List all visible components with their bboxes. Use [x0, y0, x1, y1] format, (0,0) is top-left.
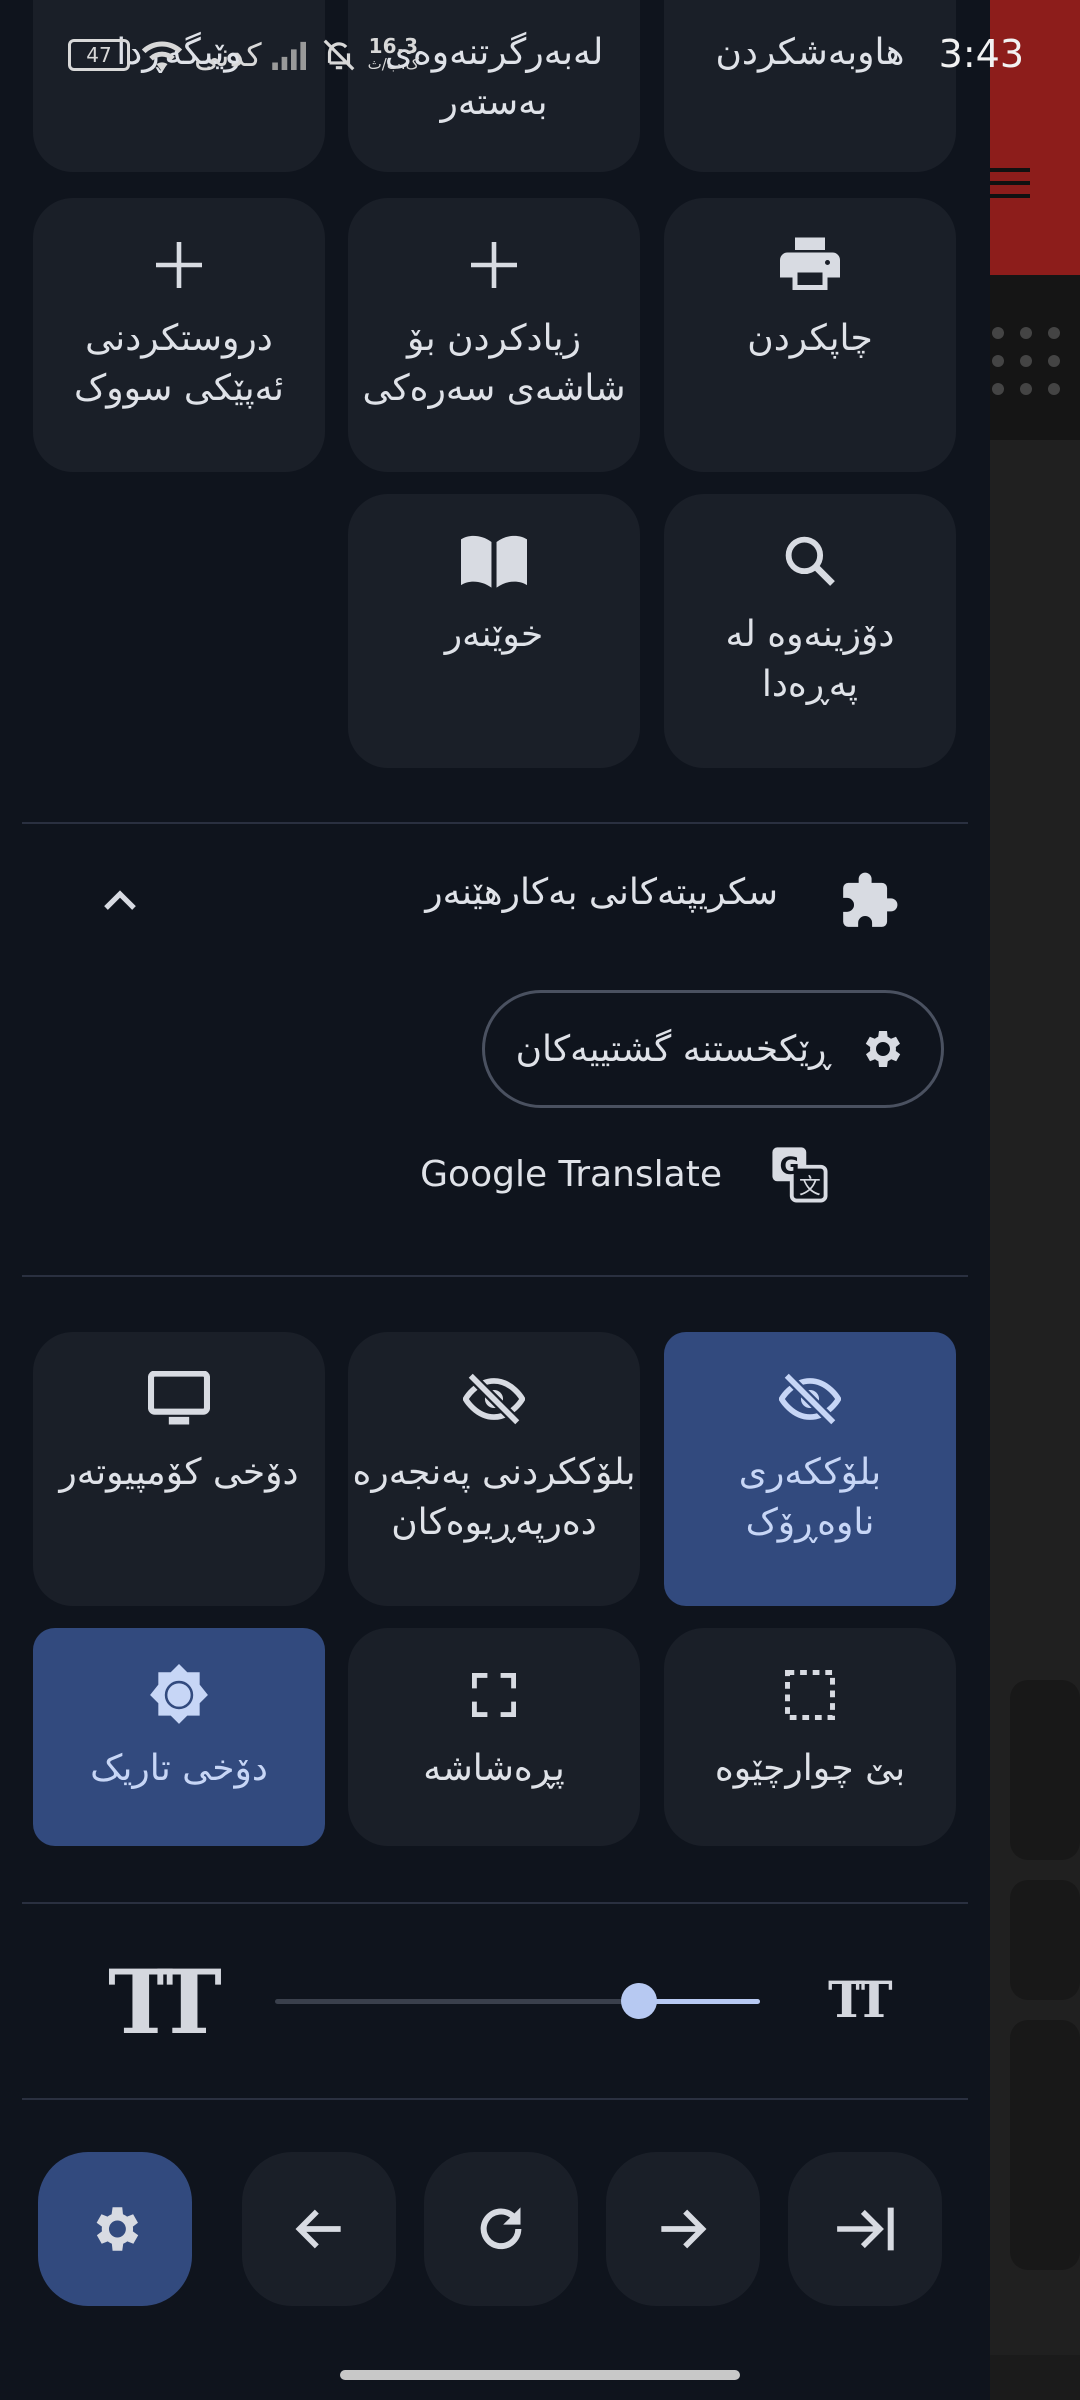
google-translate-label: Google Translate	[420, 1153, 722, 1195]
popup-blocker-tile[interactable]: بلۆککردنی پەنجەرە دەرپەڕیوەکان	[348, 1332, 640, 1606]
find-in-page-label: دۆزینەوە لە پەڕەدا	[725, 614, 895, 705]
bell-off-icon	[323, 39, 354, 71]
reader-tile[interactable]: خوێنەر	[348, 494, 640, 768]
arrow-to-end-icon	[837, 2207, 894, 2251]
network-speed-value: 16.3	[368, 34, 419, 58]
bottom-toolbar	[0, 2100, 990, 2400]
find-in-page-tile[interactable]: دۆزینەوە لە پەڕەدا	[664, 494, 956, 768]
background-page-footer	[990, 2355, 1080, 2400]
background-card	[1010, 1680, 1080, 1860]
content-blocker-tile[interactable]: بلۆککەری ناوەڕۆک	[664, 1332, 956, 1606]
wifi-icon	[141, 41, 183, 72]
create-lite-app-label: دروستکردنی ئەپێکی سووک	[74, 318, 284, 409]
text-size-slider[interactable]	[275, 1983, 760, 2019]
battery-icon: 47	[68, 39, 130, 71]
add-to-home-screen-tile[interactable]: زیادکردن بۆ شاشەی سەرەکی	[348, 198, 640, 472]
hamburger-icon	[990, 168, 1030, 198]
apps-grid-icon	[992, 327, 1060, 395]
divider	[22, 1902, 968, 1904]
popup-blocker-label: بلۆککردنی پەنجەرە دەرپەڕیوەکان	[352, 1452, 636, 1543]
text-size-small-icon: TT	[828, 1970, 893, 2029]
status-icons: 47 کدنی 16.3 ک.ب/ث	[68, 36, 419, 74]
puzzle-icon	[843, 872, 898, 927]
svg-text:G: G	[780, 1152, 800, 1180]
divider	[22, 822, 968, 824]
eye-off-icon	[779, 1370, 841, 1428]
network-speed-unit: ک.ب/ث	[367, 55, 420, 73]
fullscreen-tile[interactable]: پڕەشاشە	[348, 1628, 640, 1846]
fullscreen-icon	[472, 1666, 516, 1724]
signal-icon	[271, 41, 306, 70]
refresh-icon	[480, 2207, 522, 2250]
plus-icon	[471, 236, 517, 294]
plus-icon	[156, 236, 202, 294]
clock: 3:43	[938, 32, 1024, 76]
dark-mode-label: دۆخی تاریک	[90, 1748, 268, 1789]
print-label: چاپکردن	[747, 318, 873, 359]
fullscreen-label: پڕەشاشە	[423, 1748, 565, 1789]
chevron-up-icon[interactable]	[100, 880, 140, 920]
add-to-home-screen-label: زیادکردن بۆ شاشەی سەرەکی	[362, 318, 626, 409]
svg-text:文: 文	[799, 1174, 821, 1199]
dashed-square-icon	[783, 1666, 837, 1724]
text-size-large-icon: TT	[108, 1950, 222, 2054]
settings-button[interactable]	[38, 2152, 192, 2306]
text-size-row: TT TT	[0, 1940, 990, 2060]
network-speed: 16.3 ک.ب/ث	[367, 34, 420, 73]
monitor-icon	[148, 1370, 210, 1428]
desktop-mode-label: دۆخی کۆمپیوتەر	[59, 1452, 299, 1493]
reload-button[interactable]	[424, 2152, 578, 2306]
home-indicator[interactable]	[340, 2370, 740, 2380]
text-size-slider-thumb[interactable]	[620, 1983, 657, 2019]
browser-menu-drawer: هاوبەشکردن لەبەرگرتنەوەی بەستەر وێبگەڕدا…	[0, 0, 990, 2400]
back-button[interactable]	[242, 2152, 396, 2306]
dark-mode-icon	[148, 1664, 210, 1724]
google-translate-script[interactable]: Google Translate G 文	[420, 1145, 828, 1203]
text-size-slider-fill	[638, 1999, 760, 2004]
background-card	[1010, 2020, 1080, 2270]
status-bar: 47 کدنی 16.3 ک.ب/ث 3:43	[0, 0, 1080, 115]
gear-icon	[865, 1031, 901, 1067]
divider	[22, 1275, 968, 1277]
print-tile[interactable]: چاپکردن	[664, 198, 956, 472]
borderless-label: بێ چوارچێوە	[714, 1748, 906, 1789]
borderless-tile[interactable]: بێ چوارچێوە	[664, 1628, 956, 1846]
background-page	[990, 0, 1080, 2400]
create-lite-app-tile[interactable]: دروستکردنی ئەپێکی سووک	[33, 198, 325, 472]
collapse-menu-button[interactable]	[788, 2152, 942, 2306]
desktop-mode-tile[interactable]: دۆخی کۆمپیوتەر	[33, 1332, 325, 1606]
background-card	[1010, 1880, 1080, 2000]
reader-label: خوێنەر	[444, 614, 544, 655]
content-blocker-label: بلۆککەری ناوەڕۆک	[738, 1452, 882, 1543]
dark-mode-tile[interactable]: دۆخی تاریک	[33, 1628, 325, 1846]
translate-icon: G 文	[772, 1147, 828, 1203]
forward-button[interactable]	[606, 2152, 760, 2306]
gear-icon	[96, 2207, 139, 2251]
carrier-label: کدنی	[194, 36, 262, 74]
eye-off-icon	[463, 1370, 525, 1428]
arrow-left-icon	[295, 2209, 341, 2249]
arrow-right-icon	[661, 2209, 707, 2249]
general-settings-button[interactable]: ڕێکخستنە گشتییەکان	[482, 990, 944, 1108]
print-icon	[780, 236, 840, 294]
book-icon	[461, 532, 527, 590]
general-settings-label: ڕێکخستنە گشتییەکان	[515, 1028, 831, 1070]
search-icon	[783, 532, 837, 590]
user-scripts-title: سکریپتەکانی بەکارهێنەر	[425, 872, 778, 913]
